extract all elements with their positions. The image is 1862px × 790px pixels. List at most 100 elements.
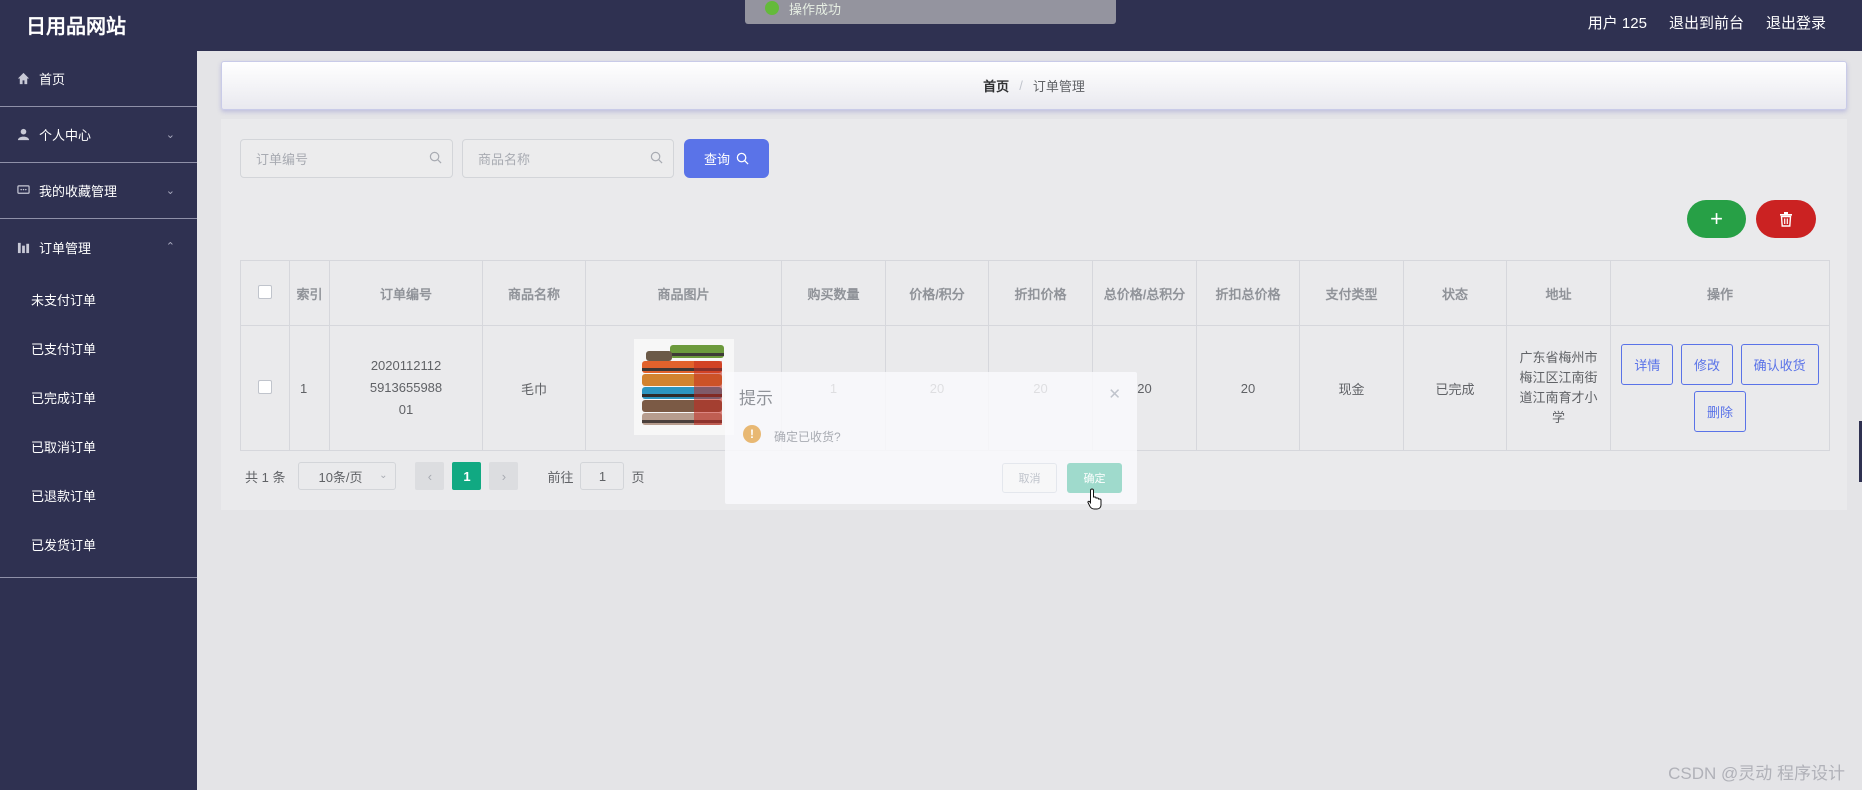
towel-image	[633, 338, 734, 435]
breadcrumb-home[interactable]: 首页	[983, 76, 1009, 95]
success-toast: 操作成功	[745, 0, 1116, 24]
goto-suffix: 页	[631, 469, 645, 485]
discount-total-cell: 20	[1196, 325, 1300, 451]
sidebar-subitem-shipped[interactable]: 已发货订单	[0, 520, 197, 569]
pay-type-cell: 现金	[1299, 325, 1404, 451]
warning-icon: !	[743, 425, 761, 443]
page-size-select[interactable]: 10条/页 ⌄	[298, 462, 397, 490]
column-header: 购买数量	[781, 260, 886, 326]
column-header: 地址	[1506, 260, 1611, 326]
total-count: 共 1 条	[245, 469, 286, 485]
sidebar-subitem-cancelled[interactable]: 已取消订单	[0, 422, 197, 471]
goto-page-input[interactable]: 1	[580, 462, 625, 490]
chevron-down-icon: ⌄	[165, 129, 175, 141]
chart-icon	[16, 240, 30, 254]
row-select-cell	[240, 325, 290, 451]
user-label: 用户 125	[1587, 15, 1647, 32]
sidebar-subitem-unpaid[interactable]: 未支付订单	[0, 275, 197, 324]
detail-button[interactable]: 详情	[1621, 344, 1674, 385]
back-to-front-link[interactable]: 退出到前台	[1669, 12, 1744, 33]
row-checkbox[interactable]	[258, 379, 272, 394]
chevron-left-icon: ‹	[427, 468, 433, 484]
column-header: 状态	[1403, 260, 1507, 326]
sidebar: 首页 个人中心 ⌄ 我的收藏管理 ⌄ 订单管理 ⌃ 未支付订单 已支付订单 已完…	[0, 51, 197, 790]
order-no-line: 01	[398, 402, 414, 417]
sidebar-item-label: 个人中心	[39, 128, 92, 143]
logout-link[interactable]: 退出登录	[1766, 12, 1826, 33]
index-cell: 1	[289, 325, 330, 451]
cancel-button[interactable]: 取消	[1002, 463, 1057, 493]
column-header: 操作	[1610, 260, 1830, 326]
select-all-checkbox[interactable]	[258, 284, 272, 299]
prev-page-button[interactable]: ‹	[415, 462, 445, 490]
address-line: 广东省梅州市	[1519, 350, 1598, 365]
chevron-right-icon: ›	[501, 468, 507, 484]
edit-button[interactable]: 修改	[1680, 344, 1733, 385]
close-icon[interactable]: ✕	[1108, 385, 1121, 403]
order-no-line: 2020112112	[370, 358, 442, 373]
breadcrumb-separator: /	[1019, 78, 1023, 93]
watermark: CSDN @灵动 程序设计	[1668, 764, 1845, 783]
trash-icon	[1780, 211, 1792, 227]
search-icon	[736, 152, 749, 165]
batch-delete-button[interactable]	[1756, 200, 1816, 238]
column-header: 支付类型	[1299, 260, 1404, 326]
user-icon	[16, 128, 30, 142]
product-name-cell: 毛巾	[482, 325, 586, 451]
next-page-button[interactable]: ›	[489, 462, 519, 490]
dialog-title: 提示	[739, 389, 773, 408]
sidebar-item-label: 订单管理	[39, 240, 92, 256]
column-header: 商品图片	[585, 260, 782, 326]
order-no-search-input[interactable]: 订单编号	[240, 139, 453, 178]
chevron-up-icon: ⌃	[165, 241, 175, 253]
product-name-search-input[interactable]: 商品名称	[462, 139, 674, 178]
sidebar-item-home[interactable]: 首页	[0, 51, 197, 107]
address-cell: 广东省梅州市 梅江区江南街 道江南育才小 学	[1506, 325, 1611, 451]
column-header: 商品名称	[482, 260, 586, 326]
goto-prefix: 前往	[547, 469, 574, 485]
delete-row-button[interactable]: 删除	[1693, 391, 1746, 432]
address-line: 梅江区江南街	[1519, 370, 1598, 385]
add-button[interactable]: +	[1687, 200, 1746, 238]
breadcrumb: 首页 / 订单管理	[221, 61, 1847, 110]
confirm-receipt-button[interactable]: 确认收货	[1740, 344, 1819, 385]
address-line: 学	[1551, 410, 1565, 425]
product-name-placeholder: 商品名称	[478, 152, 531, 167]
sidebar-item-label: 我的收藏管理	[39, 184, 118, 199]
breadcrumb-current: 订单管理	[1032, 79, 1085, 94]
actions-cell: 详情 修改 确认收货 删除	[1610, 325, 1830, 451]
chevron-down-icon: ⌄	[379, 470, 388, 481]
hand-cursor-icon	[1087, 488, 1102, 510]
order-no-cell: 2020112112 5913655988 01	[329, 325, 483, 451]
chat-icon	[16, 184, 30, 198]
sidebar-subitem-completed[interactable]: 已完成订单	[0, 373, 197, 422]
search-icon	[429, 151, 442, 164]
orders-submenu: 未支付订单 已支付订单 已完成订单 已取消订单 已退款订单 已发货订单	[0, 275, 197, 578]
address-line: 道江南育才小	[1519, 390, 1598, 405]
sidebar-subitem-paid[interactable]: 已支付订单	[0, 324, 197, 373]
sidebar-item-personal-center[interactable]: 个人中心 ⌄	[0, 107, 197, 163]
page-size-value: 10条/页	[318, 469, 363, 485]
query-button[interactable]: 查询	[684, 139, 769, 178]
column-header: 折扣价格	[988, 260, 1093, 326]
order-no-placeholder: 订单编号	[256, 152, 309, 167]
sidebar-item-label: 首页	[39, 72, 66, 87]
success-icon	[765, 1, 779, 15]
order-no-line: 5913655988	[369, 380, 443, 395]
plus-icon: +	[1710, 206, 1723, 231]
sidebar-subitem-refunded[interactable]: 已退款订单	[0, 471, 197, 520]
column-header: 价格/积分	[885, 260, 989, 326]
sidebar-item-orders[interactable]: 订单管理 ⌃	[0, 219, 197, 275]
toast-message: 操作成功	[789, 1, 842, 17]
query-button-label: 查询	[703, 152, 730, 167]
column-header: 折扣总价格	[1196, 260, 1300, 326]
home-icon	[16, 72, 30, 86]
confirm-dialog: 提示 ✕ ! 确定已收货? 取消 确定	[725, 372, 1137, 504]
pagination: 共 1 条 10条/页 ⌄ ‹ 1 › 前往 1 页	[245, 462, 645, 490]
sidebar-item-favorites[interactable]: 我的收藏管理 ⌄	[0, 163, 197, 219]
site-title: 日用品网站	[26, 16, 126, 38]
column-header: 索引	[289, 260, 330, 326]
status-cell: 已完成	[1403, 325, 1507, 451]
page-number-button[interactable]: 1	[452, 462, 482, 490]
select-all-cell	[240, 260, 290, 326]
